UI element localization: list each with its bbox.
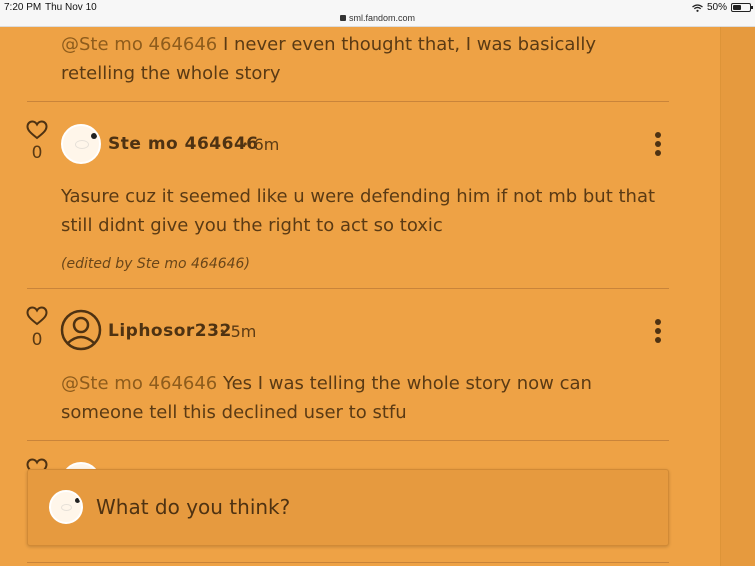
avatar-dot — [91, 133, 97, 139]
status-time: 7:20 PM — [4, 2, 42, 13]
status-bar: 7:20 PM Thu Nov 10 sml.fandom.com 50% — [0, 0, 755, 27]
more-options-icon[interactable] — [654, 319, 662, 343]
address-bar[interactable]: sml.fandom.com — [0, 13, 755, 23]
avatar-dot — [75, 498, 80, 503]
lock-icon — [339, 15, 346, 21]
heart-icon[interactable] — [26, 120, 48, 140]
composer-avatar — [49, 490, 83, 524]
avatar-face — [75, 140, 89, 149]
heart-icon[interactable] — [26, 306, 48, 326]
comment-divider — [27, 440, 669, 441]
avatar[interactable] — [61, 124, 101, 164]
battery-percent: 50% — [706, 2, 727, 13]
composer-placeholder[interactable]: What do you think? — [96, 495, 290, 519]
comment-time: 5m — [230, 322, 257, 341]
user-mention-link[interactable]: @Ste mo 464646 — [61, 34, 217, 55]
wifi-icon — [692, 3, 703, 12]
battery-fill — [733, 5, 741, 10]
right-rail — [720, 27, 755, 566]
like-count: 0 — [31, 330, 43, 350]
bottom-divider — [27, 562, 669, 563]
comment-divider — [27, 288, 669, 289]
meta-separator: • — [219, 325, 226, 338]
comment-body: @Ste mo 464646 I never even thought that… — [61, 30, 661, 88]
comment-body: @Ste mo 464646 Yes I was telling the who… — [61, 369, 661, 427]
comment-divider — [27, 101, 669, 102]
avatar-face — [61, 504, 72, 511]
battery-icon — [731, 3, 753, 12]
comment-time: 6m — [253, 135, 280, 154]
user-mention-link[interactable]: @Ste mo 464646 — [61, 373, 217, 394]
status-right: 50% — [692, 2, 753, 13]
user-avatar-icon[interactable] — [60, 309, 102, 351]
meta-separator: • — [242, 138, 249, 151]
status-date: Thu Nov 10 — [45, 2, 97, 13]
more-options-icon[interactable] — [654, 132, 662, 156]
edited-note: (edited by Ste mo 464646) — [61, 256, 250, 272]
comment-author[interactable]: Liphosor232 — [108, 321, 232, 341]
comment-composer[interactable]: What do you think? — [27, 469, 669, 546]
comment-meta: • 6m — [242, 135, 279, 154]
like-count: 0 — [31, 143, 43, 163]
comment-body: Yasure cuz it seemed like u were defendi… — [61, 186, 656, 236]
comment-meta: • 5m — [219, 322, 256, 341]
comment-author[interactable]: Ste mo 464646 — [108, 134, 259, 154]
url-text: sml.fandom.com — [348, 13, 416, 23]
